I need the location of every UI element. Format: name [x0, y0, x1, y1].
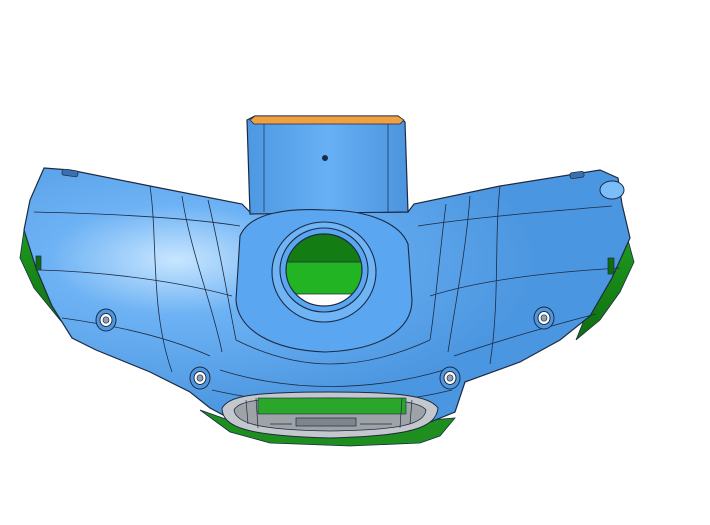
mount-hole-left — [95, 308, 117, 332]
front-vent — [221, 391, 439, 439]
center-lens-ring — [235, 209, 413, 353]
top-column — [246, 115, 409, 215]
right-tip-bulb — [599, 180, 625, 200]
cad-viewport[interactable] — [0, 0, 710, 525]
cad-model-render — [19, 115, 635, 447]
top-rim-orange — [249, 115, 405, 125]
mount-hole-right — [533, 306, 555, 330]
mount-hole-left-lower — [189, 366, 211, 390]
column-screw-hole — [322, 155, 328, 161]
mount-hole-right-lower — [439, 366, 461, 390]
